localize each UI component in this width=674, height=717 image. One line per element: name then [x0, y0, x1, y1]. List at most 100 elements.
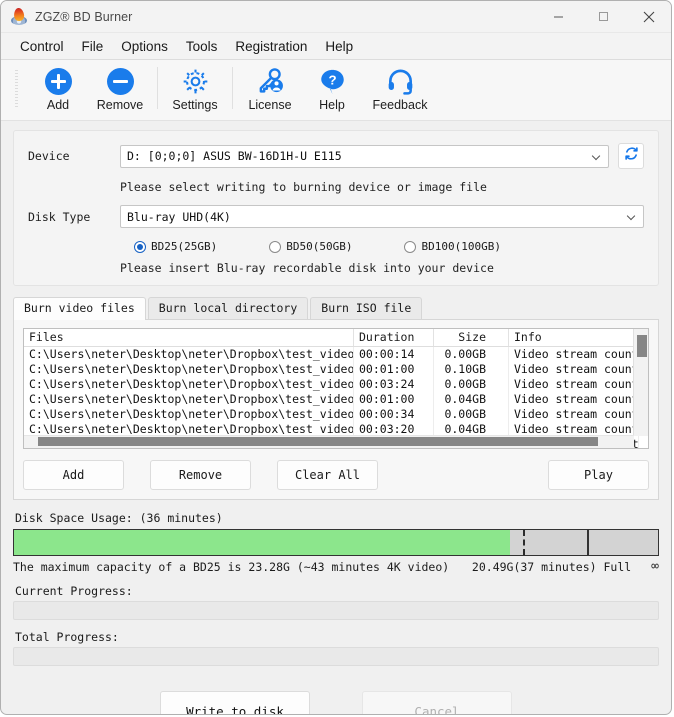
radio-bd25-label: BD25(25GB) — [151, 240, 218, 253]
toolbar-feedback-button[interactable]: Feedback — [363, 63, 437, 112]
toolbar-settings-label: Settings — [172, 98, 218, 112]
radio-bd50-label: BD50(50GB) — [286, 240, 353, 253]
cell-info: Video stream count.. — [509, 392, 639, 407]
menu-bar: Control File Options Tools Registration … — [1, 33, 671, 60]
used-capacity-text: 20.49G(37 minutes) Full — [471, 559, 632, 574]
main-content: Device D: [0;0;0] ASUS BW-16D1H-U E115 P… — [1, 130, 671, 714]
current-progress-label: Current Progress: — [15, 584, 133, 598]
play-button[interactable]: Play — [548, 460, 649, 490]
radio-bd100-label: BD100(100GB) — [421, 240, 501, 253]
table-row[interactable]: C:\Users\neter\Desktop\neter\Dropbox\tes… — [24, 407, 648, 422]
refresh-devices-button[interactable] — [618, 143, 644, 169]
toolbar-add-button[interactable]: Add — [27, 63, 89, 112]
device-hint: Please select writing to burning device … — [120, 180, 487, 194]
chevron-down-icon — [627, 212, 636, 221]
write-to-disk-button[interactable]: Write to disk — [160, 691, 310, 714]
device-group: Device D: [0;0;0] ASUS BW-16D1H-U E115 P… — [13, 130, 659, 286]
cell-file: C:\Users\neter\Desktop\neter\Dropbox\tes… — [24, 347, 354, 362]
toolbar-help-label: Help — [319, 98, 345, 112]
tab-burn-iso-file[interactable]: Burn ISO file — [310, 297, 423, 319]
toolbar-settings-button[interactable]: Settings — [164, 63, 226, 112]
window-controls — [536, 1, 671, 32]
cell-duration: 00:00:34 — [354, 407, 434, 422]
menu-item-control[interactable]: Control — [11, 37, 73, 56]
add-files-button[interactable]: Add — [23, 460, 124, 490]
device-select[interactable]: D: [0;0;0] ASUS BW-16D1H-U E115 — [120, 144, 609, 168]
horizontal-scrollbar-thumb[interactable] — [38, 437, 598, 446]
file-list-buttons: Add Remove Clear All Play — [23, 460, 649, 490]
maximize-button[interactable] — [581, 1, 626, 32]
cell-info: Video stream count.. — [509, 347, 639, 362]
cell-duration: 00:01:00 — [354, 392, 434, 407]
device-select-value: D: [0;0;0] ASUS BW-16D1H-U E115 — [127, 149, 342, 163]
menu-item-options[interactable]: Options — [112, 37, 177, 56]
cell-file: C:\Users\neter\Desktop\neter\Dropbox\tes… — [24, 377, 354, 392]
remove-files-button[interactable]: Remove — [150, 460, 251, 490]
disktype-select[interactable]: Blu-ray UHD(4K) — [120, 205, 644, 228]
cell-info: Video stream count.. — [509, 377, 639, 392]
refresh-icon — [624, 146, 639, 166]
toolbar-remove-button[interactable]: Remove — [89, 63, 151, 112]
cell-file: C:\Users\neter\Desktop\neter\Dropbox\tes… — [24, 362, 354, 377]
menu-item-file[interactable]: File — [73, 37, 113, 56]
column-header-files[interactable]: Files — [24, 329, 354, 346]
column-header-duration[interactable]: Duration — [354, 329, 434, 346]
tab-panel-burn-video-files: Files Duration Size Info C:\Users\neter\… — [13, 320, 659, 500]
cell-size: 0.10GB — [434, 362, 509, 377]
headset-icon — [386, 65, 415, 97]
disk-space-usage-bar — [13, 529, 659, 556]
cell-info: Video stream count.. — [509, 362, 639, 377]
total-progress-label: Total Progress: — [15, 630, 119, 644]
toolbar-grip — [15, 70, 18, 108]
vertical-scrollbar-thumb[interactable] — [636, 334, 648, 358]
table-row[interactable]: C:\Users\neter\Desktop\neter\Dropbox\tes… — [24, 377, 648, 392]
infinity-icon: ∞ — [651, 559, 659, 574]
column-header-info[interactable]: Info — [509, 329, 639, 346]
cell-size: 0.00GB — [434, 377, 509, 392]
table-row[interactable]: C:\Users\neter\Desktop\neter\Dropbox\tes… — [24, 347, 648, 362]
current-progress-bar — [13, 601, 659, 620]
cell-duration: 00:00:14 — [354, 347, 434, 362]
minus-circle-icon — [106, 65, 134, 97]
toolbar-separator — [157, 67, 158, 109]
file-list-vertical-scrollbar[interactable] — [633, 329, 648, 436]
plus-circle-icon — [44, 65, 72, 97]
menu-item-help[interactable]: Help — [316, 37, 362, 56]
cell-file: C:\Users\neter\Desktop\neter\Dropbox\tes… — [24, 392, 354, 407]
app-window: ZGZ® BD Burner Control File Options Tool… — [0, 0, 672, 715]
device-label: Device — [28, 149, 70, 163]
disktype-row: Disk Type Blu-ray UHD(4K) — [28, 205, 644, 228]
tab-burn-video-files[interactable]: Burn video files — [13, 297, 146, 320]
total-progress-bar — [13, 647, 659, 666]
cell-duration: 00:01:00 — [354, 362, 434, 377]
toolbar-help-button[interactable]: ? Help — [301, 63, 363, 112]
file-list-header: Files Duration Size Info — [24, 329, 648, 347]
toolbar-separator-2 — [232, 67, 233, 109]
radio-bd50[interactable]: BD50(50GB) — [269, 240, 352, 253]
question-balloon-icon: ? — [318, 65, 347, 97]
radio-bd100-indicator — [404, 240, 417, 253]
file-list-horizontal-scrollbar[interactable] — [24, 435, 634, 448]
clear-all-button[interactable]: Clear All — [277, 460, 378, 490]
radio-bd50-indicator — [269, 240, 282, 253]
table-row[interactable]: C:\Users\neter\Desktop\neter\Dropbox\tes… — [24, 362, 648, 377]
close-button[interactable] — [626, 1, 671, 32]
cell-info: Video stream count.. — [509, 407, 639, 422]
capacity-radio-group: BD25(25GB) BD50(50GB) BD100(100GB) — [134, 240, 644, 253]
key-user-icon — [256, 65, 285, 97]
title-bar: ZGZ® BD Burner — [1, 1, 671, 33]
max-capacity-text: The maximum capacity of a BD25 is 23.28G… — [13, 559, 450, 574]
menu-item-registration[interactable]: Registration — [226, 37, 316, 56]
toolbar-license-button[interactable]: License — [239, 63, 301, 112]
column-header-size[interactable]: Size — [434, 329, 509, 346]
radio-bd25[interactable]: BD25(25GB) — [134, 240, 217, 253]
tab-strip: Burn video files Burn local directory Bu… — [13, 297, 659, 320]
radio-bd100[interactable]: BD100(100GB) — [404, 240, 501, 253]
minimize-button[interactable] — [536, 1, 581, 32]
cell-size: 0.00GB — [434, 407, 509, 422]
menu-item-tools[interactable]: Tools — [177, 37, 227, 56]
tab-burn-local-directory[interactable]: Burn local directory — [147, 297, 309, 319]
table-row[interactable]: C:\Users\neter\Desktop\neter\Dropbox\tes… — [24, 392, 648, 407]
disk-usage-segment-divider — [587, 530, 590, 555]
file-list[interactable]: Files Duration Size Info C:\Users\neter\… — [23, 328, 649, 449]
